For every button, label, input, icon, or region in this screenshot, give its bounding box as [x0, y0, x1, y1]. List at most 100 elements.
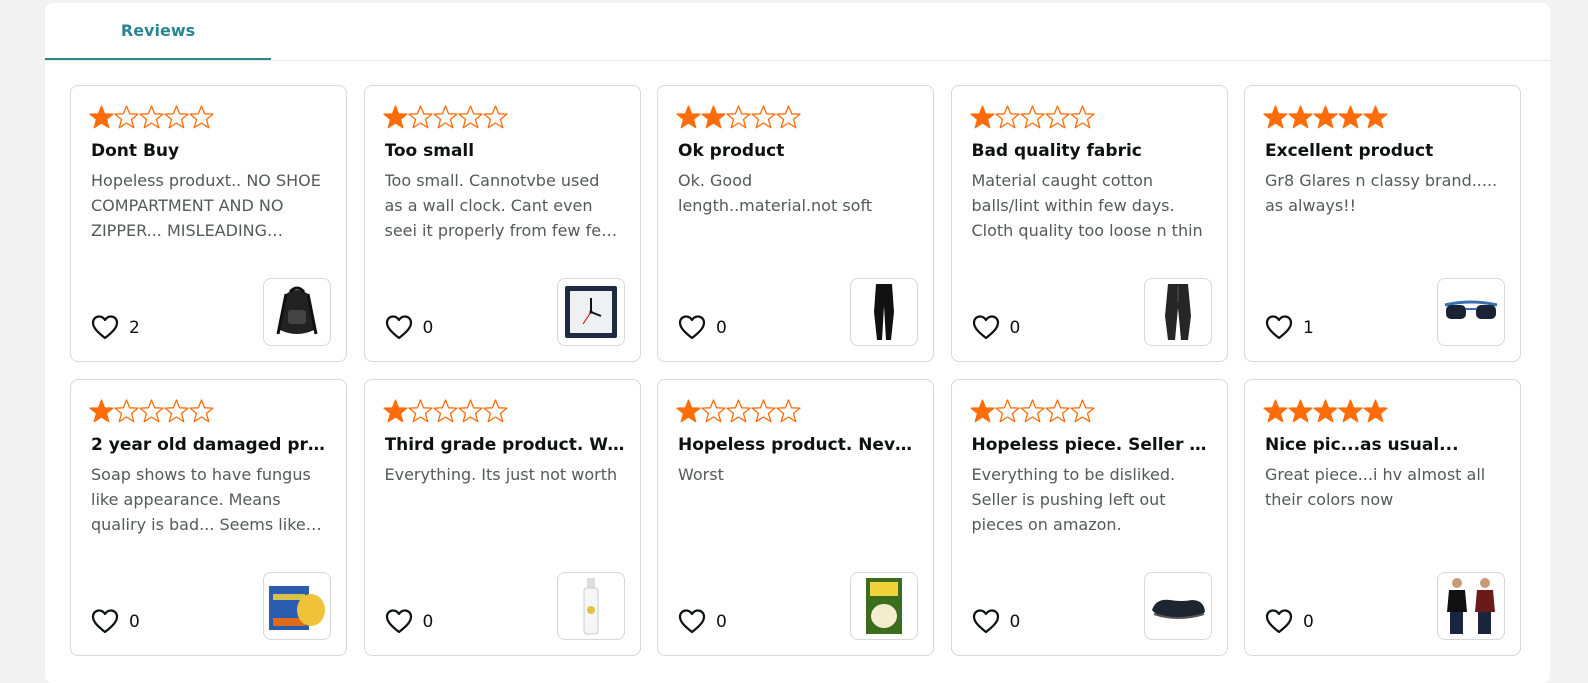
review-card[interactable]: Hopeless product. Never buy Worst 0 — [657, 379, 934, 656]
product-thumbnail[interactable] — [556, 572, 625, 640]
heart-icon[interactable] — [385, 314, 413, 342]
reviews-panel: Reviews Dont Buy Hopeless produxt.. NO SH… — [45, 3, 1550, 683]
review-title: Bad quality fabric — [971, 141, 1142, 161]
review-card[interactable]: Dont Buy Hopeless produxt.. NO SHOE COMPA… — [70, 85, 347, 362]
like-button[interactable]: 1 — [1265, 313, 1314, 343]
heart-icon[interactable] — [91, 314, 119, 342]
snack-pack-icon — [864, 576, 904, 636]
star-empty-icon — [1069, 398, 1095, 424]
heart-icon[interactable] — [972, 314, 1000, 342]
review-text: Material caught cotton balls/lint within… — [971, 171, 1203, 240]
review-title: Hopeless product. Never buy — [678, 435, 918, 455]
star-empty-icon — [726, 398, 751, 424]
review-text: Too small. Cannotvbe used as a wall cloc… — [384, 171, 618, 240]
heart-icon[interactable] — [1265, 314, 1293, 342]
star-rating — [382, 104, 508, 130]
review-card[interactable]: Nice pic...as usual... Great piece...i hv… — [1244, 379, 1521, 656]
star-rating — [89, 398, 214, 424]
star-rating — [969, 104, 1095, 130]
star-filled-icon — [1288, 104, 1313, 130]
product-thumbnail[interactable] — [1437, 278, 1505, 346]
star-empty-icon — [994, 398, 1020, 424]
review-text: Hopeless produxt.. NO SHOE COMPARTMENT A… — [91, 171, 321, 240]
star-rating — [676, 398, 801, 424]
like-count: 0 — [129, 612, 140, 632]
heart-icon[interactable] — [972, 608, 1000, 636]
review-title: Too small — [384, 141, 475, 161]
spray-bottle-icon — [579, 576, 603, 636]
review-card[interactable]: Excellent product Gr8 Glares n classy bra… — [1244, 85, 1521, 362]
star-empty-icon — [407, 104, 433, 130]
star-filled-icon — [382, 398, 408, 424]
review-card[interactable]: Ok product Ok. Good length..material.not … — [657, 85, 934, 362]
product-thumbnail[interactable] — [850, 572, 918, 640]
star-empty-icon — [1069, 104, 1095, 130]
like-button[interactable]: 0 — [678, 607, 727, 637]
tab-reviews[interactable]: Reviews — [45, 3, 271, 60]
star-empty-icon — [139, 398, 164, 424]
like-button[interactable]: 0 — [385, 607, 433, 637]
star-empty-icon — [994, 104, 1020, 130]
heart-icon[interactable] — [1265, 608, 1293, 636]
like-count: 0 — [716, 612, 727, 632]
review-text: Everything to be disliked. Seller is pus… — [971, 465, 1176, 534]
review-card[interactable]: Third grade product. Waste of money Every… — [363, 379, 641, 656]
star-filled-icon — [1313, 104, 1338, 130]
product-thumbnail[interactable] — [850, 278, 918, 346]
heart-icon[interactable] — [678, 314, 706, 342]
like-count: 0 — [716, 318, 727, 338]
review-card[interactable]: 2 year old damaged product Soap shows to … — [70, 379, 347, 656]
trousers-icon — [1161, 282, 1195, 342]
star-empty-icon — [776, 398, 801, 424]
like-button[interactable]: 0 — [972, 607, 1020, 637]
star-filled-icon — [89, 104, 114, 130]
like-button[interactable]: 0 — [385, 313, 433, 343]
like-button[interactable]: 0 — [1265, 607, 1314, 637]
review-card[interactable]: Too small Too small. Cannotvbe used as a … — [363, 85, 641, 362]
product-thumbnail[interactable] — [1143, 572, 1212, 640]
heart-icon[interactable] — [91, 608, 119, 636]
review-title: Third grade product. Waste of money — [384, 435, 625, 455]
like-button[interactable]: 0 — [678, 313, 727, 343]
star-rating — [676, 104, 801, 130]
heart-icon[interactable] — [385, 608, 413, 636]
like-button[interactable]: 0 — [91, 607, 140, 637]
product-thumbnail[interactable] — [1143, 278, 1212, 346]
review-title: Dont Buy — [91, 141, 180, 161]
star-empty-icon — [164, 104, 189, 130]
review-card[interactable]: Hopeless piece. Seller is cheating Everyt… — [950, 379, 1228, 656]
like-button[interactable]: 0 — [972, 313, 1020, 343]
soap-box-icon — [267, 578, 327, 634]
product-thumbnail[interactable] — [263, 278, 331, 346]
product-thumbnail[interactable] — [1437, 572, 1505, 640]
product-thumbnail[interactable] — [556, 278, 625, 346]
sunglasses-icon — [1441, 297, 1501, 327]
like-button[interactable]: 2 — [91, 313, 140, 343]
like-count: 2 — [129, 318, 140, 338]
review-card[interactable]: Bad quality fabric Material caught cotton… — [950, 85, 1228, 362]
shoe-icon — [1148, 588, 1208, 624]
star-rating — [1263, 398, 1388, 424]
star-empty-icon — [1044, 398, 1070, 424]
heart-icon[interactable] — [678, 608, 706, 636]
star-empty-icon — [457, 398, 483, 424]
review-title: Ok product — [678, 141, 785, 161]
star-rating — [382, 398, 508, 424]
review-title: Excellent product — [1265, 141, 1434, 161]
leggings-icon — [869, 282, 899, 342]
review-text: Everything. Its just not worth — [384, 465, 618, 484]
star-filled-icon — [1313, 398, 1338, 424]
product-thumbnail[interactable] — [263, 572, 331, 640]
star-empty-icon — [776, 104, 801, 130]
review-title: 2 year old damaged product — [91, 435, 331, 455]
star-empty-icon — [432, 104, 458, 130]
star-filled-icon — [1338, 398, 1363, 424]
star-empty-icon — [189, 104, 214, 130]
tshirts-icon — [1441, 576, 1501, 636]
star-rating — [1263, 104, 1388, 130]
star-empty-icon — [164, 398, 189, 424]
star-empty-icon — [482, 104, 508, 130]
tab-bar: Reviews — [45, 3, 1550, 61]
star-filled-icon — [701, 104, 726, 130]
star-filled-icon — [676, 104, 701, 130]
